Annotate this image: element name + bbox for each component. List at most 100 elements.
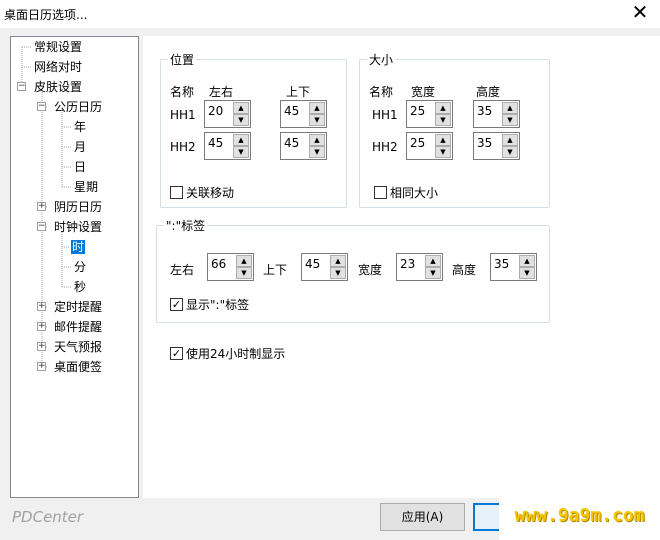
tree-item-second[interactable]: 秒 (73, 277, 87, 297)
spin-up-icon[interactable]: ▲ (425, 255, 441, 267)
tree-item-label: 皮肤设置 (34, 80, 83, 94)
spin-up-icon[interactable]: ▲ (330, 255, 346, 267)
position-group: 位置 名称 左右 上下 HH1 20 ▲ ▼ 45 ▲ ▼ HH2 45 ▲ ▼ 45… (160, 51, 347, 208)
tree-item-label: 分 (74, 260, 87, 274)
spin-down-icon[interactable]: ▼ (236, 267, 252, 279)
spin-up-icon[interactable]: ▲ (502, 134, 518, 146)
hh2-lr-spinbox[interactable]: 45 ▲ ▼ (204, 132, 251, 160)
spin-up-icon[interactable]: ▲ (435, 102, 451, 114)
tree-item-mail-reminder[interactable]: 邮件提醒 (53, 317, 103, 337)
checkbox-box[interactable] (170, 186, 183, 199)
spin-down-icon[interactable]: ▼ (309, 114, 325, 126)
spin-down-icon[interactable]: ▼ (519, 267, 535, 279)
hh2-ud-spinbox[interactable]: 45 ▲ ▼ (280, 132, 327, 160)
spin-up-icon[interactable]: ▲ (309, 134, 325, 146)
tree-item-label: 桌面便签 (54, 360, 103, 374)
expand-icon[interactable]: + (37, 202, 46, 211)
hh2-width-spinbox[interactable]: 25 ▲ ▼ (406, 132, 453, 160)
checkbox-box[interactable] (374, 186, 387, 199)
tree-item-minute[interactable]: 分 (73, 257, 87, 277)
label-width-spinbox[interactable]: 23 ▲ ▼ (396, 253, 443, 281)
tree-item-label: 星期 (74, 180, 99, 194)
tree-item-desktop-notes[interactable]: 桌面便签 (53, 357, 103, 377)
expand-icon[interactable]: + (37, 362, 46, 371)
show-colon-label-checkbox[interactable]: ✓ 显示":"标签 (170, 296, 249, 313)
spin-up-icon[interactable]: ▲ (236, 255, 252, 267)
position-col-lr: 左右 (209, 85, 234, 99)
tree-item-clock[interactable]: 时钟设置 (53, 217, 103, 237)
linked-move-checkbox[interactable]: 关联移动 (170, 184, 234, 201)
spin-down-icon[interactable]: ▼ (233, 146, 249, 158)
collapse-icon[interactable]: − (37, 222, 46, 231)
same-size-checkbox[interactable]: 相同大小 (374, 184, 438, 201)
brand-label: PDCenter (12, 508, 84, 526)
tree-item-weather[interactable]: 天气预报 (53, 337, 103, 357)
collapse-icon[interactable]: − (37, 102, 46, 111)
spin-value: 35 (494, 257, 510, 271)
spin-value: 25 (410, 136, 426, 150)
tree-item-label: 日 (74, 160, 87, 174)
spin-value: 66 (211, 257, 227, 271)
hh1-height-spinbox[interactable]: 35 ▲ ▼ (473, 100, 520, 128)
spin-value: 35 (477, 136, 493, 150)
position-row1-name: HH1 (170, 108, 196, 122)
tree-item-label: 公历日历 (54, 100, 103, 114)
tree-item-network-time[interactable]: 网络对时 (33, 57, 83, 77)
spin-down-icon[interactable]: ▼ (502, 146, 518, 158)
apply-button[interactable]: 应用(A) (380, 503, 465, 531)
spin-up-icon[interactable]: ▲ (519, 255, 535, 267)
checkbox-box[interactable]: ✓ (170, 298, 183, 311)
spin-down-icon[interactable]: ▼ (502, 114, 518, 126)
size-row2-name: HH2 (372, 140, 398, 154)
spin-value: 45 (305, 257, 321, 271)
collapse-icon[interactable]: − (17, 82, 26, 91)
spin-up-icon[interactable]: ▲ (309, 102, 325, 114)
tree-item-solar-calendar[interactable]: 公历日历 (53, 97, 103, 117)
expand-icon[interactable]: + (37, 322, 46, 331)
size-col-height: 高度 (476, 85, 501, 99)
tree-item-weekday[interactable]: 星期 (73, 177, 99, 197)
hh1-ud-spinbox[interactable]: 45 ▲ ▼ (280, 100, 327, 128)
spin-up-icon[interactable]: ▲ (233, 102, 249, 114)
tree-item-skin[interactable]: 皮肤设置 (33, 77, 83, 97)
tree-item-label: 定时提醒 (54, 300, 103, 314)
label-ud-spinbox[interactable]: 45 ▲ ▼ (301, 253, 348, 281)
tree-item-timed-reminder[interactable]: 定时提醒 (53, 297, 103, 317)
use-24h-checkbox[interactable]: ✓ 使用24小时制显示 (170, 345, 285, 362)
label-height-spinbox[interactable]: 35 ▲ ▼ (490, 253, 537, 281)
tree-item-year[interactable]: 年 (73, 117, 87, 137)
tree-item-label: 网络对时 (34, 60, 83, 74)
hh1-width-spinbox[interactable]: 25 ▲ ▼ (406, 100, 453, 128)
hh1-lr-spinbox[interactable]: 20 ▲ ▼ (204, 100, 251, 128)
tree-item-day[interactable]: 日 (73, 157, 87, 177)
spin-up-icon[interactable]: ▲ (233, 134, 249, 146)
label-lr-spinbox[interactable]: 66 ▲ ▼ (207, 253, 254, 281)
show-colon-label: 显示":"标签 (186, 298, 250, 312)
hh2-height-spinbox[interactable]: 35 ▲ ▼ (473, 132, 520, 160)
tree-item-hour[interactable]: 时 (71, 237, 86, 257)
window-title: 桌面日历选项... (4, 8, 88, 22)
spin-down-icon[interactable]: ▼ (330, 267, 346, 279)
label-ud-caption: 上下 (263, 263, 288, 277)
spin-up-icon[interactable]: ▲ (435, 134, 451, 146)
tree-item-month[interactable]: 月 (73, 137, 87, 157)
spin-down-icon[interactable]: ▼ (309, 146, 325, 158)
spin-down-icon[interactable]: ▼ (435, 146, 451, 158)
spin-down-icon[interactable]: ▼ (435, 114, 451, 126)
label-width-caption: 宽度 (358, 263, 383, 277)
spin-down-icon[interactable]: ▼ (425, 267, 441, 279)
linked-move-label: 关联移动 (186, 186, 235, 200)
settings-tree[interactable]: 常规设置 网络对时 − 皮肤设置 − 公历日历 年 月 日 星期 + 阴历日历 … (10, 36, 139, 498)
tree-item-general[interactable]: 常规设置 (33, 37, 83, 57)
same-size-label: 相同大小 (390, 186, 439, 200)
close-icon[interactable]: ✕ (628, 2, 652, 24)
expand-icon[interactable]: + (37, 342, 46, 351)
expand-icon[interactable]: + (37, 302, 46, 311)
tree-item-lunar-calendar[interactable]: 阴历日历 (53, 197, 103, 217)
tree-item-label: 阴历日历 (54, 200, 103, 214)
label-height-caption: 高度 (452, 263, 477, 277)
checkbox-box[interactable]: ✓ (170, 347, 183, 360)
label-lr-caption: 左右 (170, 263, 195, 277)
spin-down-icon[interactable]: ▼ (233, 114, 249, 126)
spin-up-icon[interactable]: ▲ (502, 102, 518, 114)
